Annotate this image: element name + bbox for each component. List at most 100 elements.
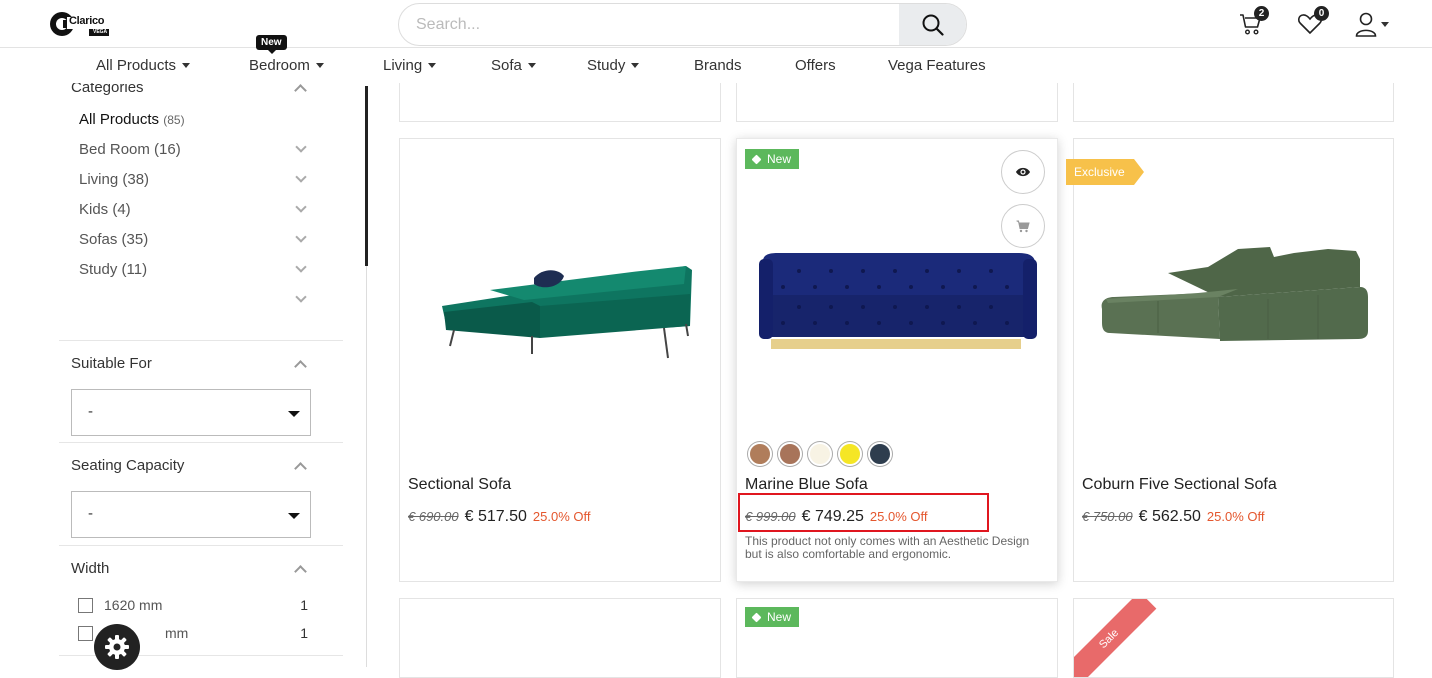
tag-icon	[751, 154, 762, 164]
chevron-up-icon[interactable]	[294, 565, 307, 578]
nav-label: All Products	[96, 57, 177, 74]
price-row: € 690.00 € 517.50 25.0% Off	[408, 508, 590, 526]
divider	[59, 545, 343, 546]
chevron-up-icon[interactable]	[294, 462, 307, 475]
seating-capacity-select[interactable]: -	[71, 491, 311, 538]
nav-label: Brands	[694, 57, 742, 74]
sale-ribbon: Sale	[1074, 599, 1157, 677]
select-value: -	[88, 403, 93, 420]
filter-sidebar: Categories All Products (85) Bed Room (1…	[59, 83, 359, 667]
old-price: € 750.00	[1082, 509, 1133, 524]
width-option[interactable]: 1620 mm 1	[78, 597, 308, 615]
width-checkbox[interactable]	[78, 626, 93, 641]
divider	[59, 340, 343, 341]
new-tag: New	[745, 149, 800, 169]
suitable-for-select[interactable]: -	[71, 389, 311, 436]
nav-label: Offers	[795, 57, 836, 74]
chevron-up-icon[interactable]	[294, 360, 307, 373]
product-description: This product not only comes with an Aest…	[745, 534, 1030, 561]
categories-title: Categories	[71, 83, 144, 96]
nav-living[interactable]: Living	[383, 57, 437, 74]
chevron-down-icon[interactable]	[295, 261, 307, 273]
nav-label: Vega Features	[888, 57, 986, 74]
chevron-up-icon[interactable]	[294, 84, 307, 97]
chevron-down-icon[interactable]	[295, 231, 307, 243]
product-card-partial[interactable]	[399, 598, 721, 678]
width-option-count: 1	[300, 597, 308, 613]
nav-label: Living	[383, 57, 423, 74]
discount-label: 25.0% Off	[532, 509, 591, 524]
chevron-down-icon[interactable]	[295, 171, 307, 183]
search-bar	[398, 3, 967, 46]
product-card-sectional-sofa[interactable]: Sectional Sofa € 690.00 € 517.50 25.0% O…	[399, 138, 721, 582]
current-price: € 562.50	[1138, 508, 1201, 525]
discount-label: 25.0% Off	[1206, 509, 1265, 524]
sidebar-scrollbar[interactable]	[365, 86, 368, 266]
width-option-count: 1	[300, 625, 308, 641]
chevron-down-icon[interactable]	[295, 141, 307, 153]
wishlist-button[interactable]: 0	[1297, 6, 1329, 40]
nav-bedroom[interactable]: Bedroom	[249, 57, 324, 74]
cart-button[interactable]: 2	[1239, 6, 1269, 40]
caret-down-icon	[631, 63, 640, 68]
nav-sofa[interactable]: Sofa	[491, 57, 536, 74]
width-checkbox[interactable]	[78, 598, 93, 613]
color-swatch[interactable]	[778, 442, 802, 466]
search-input[interactable]	[399, 4, 899, 45]
product-image	[442, 266, 692, 359]
product-image	[759, 253, 1037, 349]
color-swatch[interactable]	[748, 442, 772, 466]
price-row: € 750.00 € 562.50 25.0% Off	[1082, 508, 1264, 526]
quick-view-button[interactable]	[1001, 150, 1045, 194]
account-menu-button[interactable]	[1355, 8, 1389, 40]
chevron-down-icon[interactable]	[295, 201, 307, 213]
add-to-cart-button[interactable]	[1001, 204, 1045, 248]
product-image	[1101, 247, 1368, 341]
nav-label: Bedroom	[249, 57, 310, 74]
color-swatch[interactable]	[868, 442, 892, 466]
product-card-coburn-five-sectional-sofa[interactable]: Exclusive Coburn Five Sectional Sofa € 7…	[1066, 138, 1394, 582]
nav-brands[interactable]: Brands	[694, 57, 742, 74]
select-value: -	[88, 505, 93, 522]
product-card-partial[interactable]: New	[736, 598, 1058, 678]
nav-new-badge: New	[256, 35, 287, 54]
old-price: € 690.00	[408, 509, 459, 524]
product-card-partial[interactable]: Sale	[1073, 598, 1394, 678]
gear-icon	[105, 635, 129, 659]
category-count: (85)	[163, 113, 185, 127]
tag-icon	[751, 612, 762, 622]
chevron-down-icon	[1381, 21, 1389, 27]
search-icon	[922, 14, 944, 36]
width-option-label: mm	[165, 625, 189, 641]
logo-subtext: VEGA	[93, 29, 108, 35]
settings-button[interactable]	[94, 624, 140, 670]
nav-all-products[interactable]: All Products	[96, 57, 191, 74]
category-all-products[interactable]: All Products (85)	[79, 111, 185, 128]
wishlist-count-badge: 0	[1314, 6, 1329, 21]
category-sofas[interactable]: Sofas (35)	[79, 231, 148, 248]
caret-down-icon	[527, 63, 536, 68]
nav-vega-features[interactable]: Vega Features	[888, 57, 986, 74]
search-button[interactable]	[899, 4, 966, 45]
nav-study[interactable]: Study	[587, 57, 640, 74]
chevron-down-icon[interactable]	[295, 291, 307, 303]
product-name[interactable]: Sectional Sofa	[408, 476, 511, 494]
nav-offers[interactable]: Offers	[795, 57, 836, 74]
clarico-logo[interactable]: Clarico VEGA	[49, 10, 113, 38]
category-study[interactable]: Study (11)	[79, 261, 147, 278]
seating-capacity-title: Seating Capacity	[71, 457, 185, 474]
divider	[59, 442, 343, 443]
category-kids[interactable]: Kids (4)	[79, 201, 131, 218]
product-name[interactable]: Coburn Five Sectional Sofa	[1082, 476, 1277, 494]
category-living[interactable]: Living (38)	[79, 171, 149, 188]
caret-down-icon	[288, 513, 300, 519]
eye-icon	[1016, 167, 1030, 177]
cart-icon	[1016, 220, 1030, 232]
color-swatch[interactable]	[838, 442, 862, 466]
color-swatch[interactable]	[808, 442, 832, 466]
category-label: All Products	[79, 111, 160, 128]
tag-label: New	[767, 610, 792, 624]
product-name[interactable]: Marine Blue Sofa	[745, 476, 868, 494]
category-bed-room[interactable]: Bed Room (16)	[79, 141, 181, 158]
width-title: Width	[71, 560, 110, 577]
